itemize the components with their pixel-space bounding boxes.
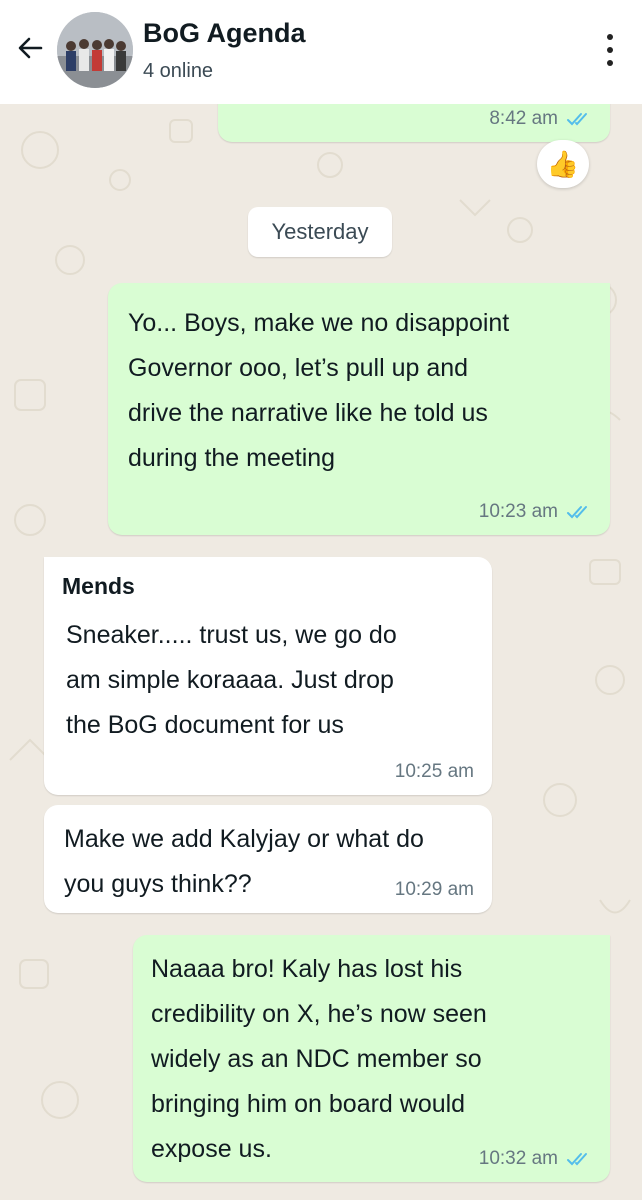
message-meta: 10:32 am: [479, 1148, 592, 1170]
group-avatar[interactable]: [57, 12, 133, 88]
message-time: 10:29 am: [394, 879, 474, 900]
message-time: 8:42 am: [489, 108, 558, 129]
thumbs-up-reaction[interactable]: 👍: [537, 140, 589, 188]
message-line: widely as an NDC member so: [151, 1045, 482, 1073]
read-ticks-icon: [567, 113, 587, 126]
message-line: Governor ooo, let’s pull up and: [128, 354, 469, 382]
message-line: Sneaker..... trust us, we go do: [66, 621, 397, 649]
message-line: the BoG document for us: [66, 711, 344, 739]
read-ticks-icon: [567, 506, 587, 519]
message-bubble-incoming[interactable]: Mends Sneaker..... trust us, we go do am…: [44, 557, 492, 795]
date-separator: Yesterday: [248, 207, 392, 257]
sender-name[interactable]: Mends: [62, 573, 135, 600]
message-meta: 10:29 am: [395, 879, 474, 901]
message-bubble-outgoing[interactable]: Yo... Boys, make we no disappoint Govern…: [108, 283, 610, 535]
message-line: bringing him on board would: [151, 1090, 466, 1118]
back-arrow-icon[interactable]: [10, 28, 50, 68]
message-line: drive the narrative like he told us: [128, 399, 488, 427]
message-line: during the meeting: [128, 444, 336, 472]
message-line: am simple koraaaa. Just drop: [66, 666, 394, 694]
message-line: Naaaa bro! Kaly has lost his: [151, 955, 463, 983]
chat-title[interactable]: BoG Agenda: [143, 18, 306, 49]
message-line: Make we add Kalyjay or what do: [64, 825, 424, 853]
read-ticks-icon: [567, 1153, 587, 1166]
message-time: 10:32 am: [478, 1148, 558, 1169]
more-options-icon[interactable]: [598, 30, 622, 70]
online-status: 4 online: [143, 60, 214, 82]
message-line: credibility on X, he’s now seen: [151, 1000, 487, 1028]
message-line: expose us.: [151, 1135, 272, 1163]
message-bubble-incoming[interactable]: Make we add Kalyjay or what do you guys …: [44, 805, 492, 913]
message-line: Yo... Boys, make we no disappoint: [128, 309, 510, 337]
message-time: 10:23 am: [478, 501, 558, 522]
thumbs-up-icon: 👍: [546, 148, 580, 179]
message-line: you guys think??: [64, 870, 252, 898]
message-meta: 8:42 am: [489, 108, 592, 130]
message-bubble-outgoing[interactable]: Naaaa bro! Kaly has lost his credibility…: [133, 935, 610, 1182]
message-meta: 10:25 am: [395, 761, 474, 783]
chat-header: BoG Agenda 4 online: [0, 0, 642, 104]
message-time: 10:25 am: [394, 761, 474, 782]
message-meta: 10:23 am: [479, 501, 592, 523]
